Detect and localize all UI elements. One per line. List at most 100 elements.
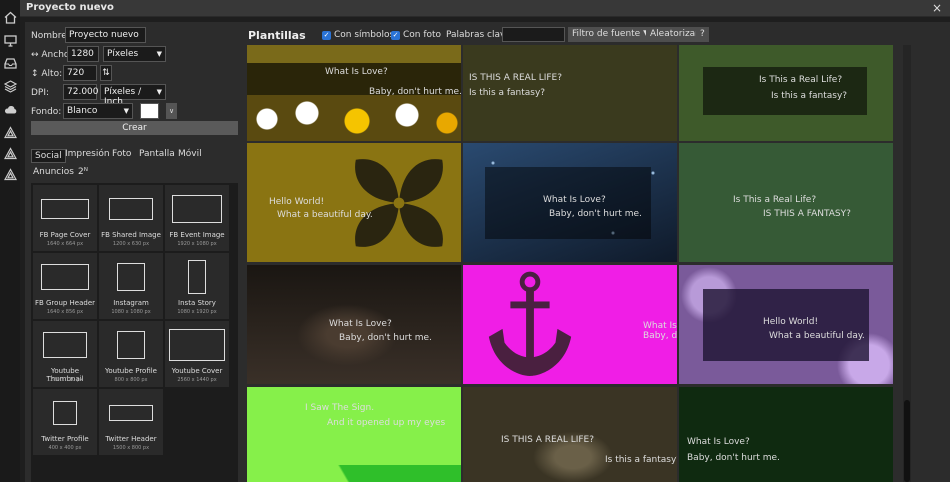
tab-5[interactable]: Anuncios xyxy=(33,167,74,177)
scrollbar[interactable] xyxy=(903,45,911,482)
create-button[interactable]: Crear xyxy=(31,121,238,135)
tab-4[interactable]: Móvil xyxy=(178,149,202,159)
template-title: What Is Love? xyxy=(325,67,388,77)
template-title: Is This a Real Life? xyxy=(759,75,843,85)
width-input[interactable]: 1280 xyxy=(67,46,99,62)
tree-row xyxy=(247,465,461,482)
template-thumbnail[interactable]: Hello World! What a beautiful day. xyxy=(247,143,461,262)
dpi-unit-select[interactable]: Píxeles / Inch ▼ xyxy=(100,84,166,107)
chevron-down-icon: ▼ xyxy=(156,50,162,58)
template-subtitle: Is this a fantasy? xyxy=(605,455,677,465)
template-thumbnail[interactable]: What Is Love?Baby, don't hurt me. xyxy=(247,45,461,141)
template-thumbnail[interactable]: I Saw The Sign. And it opened up my eyes xyxy=(247,387,461,482)
chevron-down-icon: ▼ xyxy=(123,107,129,115)
preset-dimensions: 1200 x 630 px xyxy=(112,241,150,247)
background-value: Blanco xyxy=(67,106,98,116)
help-button[interactable]: ? xyxy=(696,27,709,42)
preset-name: FB Page Cover xyxy=(39,231,91,239)
preset-0[interactable]: FB Page Cover 1640 x 664 px xyxy=(33,185,97,251)
template-subtitle: Baby, don't hurt me. xyxy=(687,453,780,463)
preset-2[interactable]: FB Event Image 1920 x 1080 px xyxy=(165,185,229,251)
preset-name: Youtube Profile xyxy=(105,367,157,375)
template-subtitle: Is this a fantasy? xyxy=(771,91,848,101)
preset-1[interactable]: FB Shared Image 1200 x 630 px xyxy=(99,185,163,251)
template-subtitle: Is this a fantasy? xyxy=(469,88,546,98)
triangle-icon[interactable] xyxy=(2,145,18,161)
preset-name: Instagram xyxy=(113,299,149,307)
triangle-icon[interactable] xyxy=(2,166,18,182)
tab-6[interactable]: 2ᴺ xyxy=(78,167,88,177)
preset-3[interactable]: FB Group Header 1640 x 856 px xyxy=(33,253,97,319)
preset-6[interactable]: Youtube Thumbnail 1280 x 720 px xyxy=(33,321,97,387)
preset-shape xyxy=(41,199,89,219)
preset-9[interactable]: Twitter Profile 400 x 400 px xyxy=(33,389,97,455)
preset-8[interactable]: Youtube Cover 2560 x 1440 px xyxy=(165,321,229,387)
preset-shape xyxy=(169,329,225,361)
preset-4[interactable]: Instagram 1080 x 1080 px xyxy=(99,253,163,319)
template-title: Is This a Real Life? xyxy=(733,195,817,205)
preset-dimensions: 400 x 400 px xyxy=(48,445,82,451)
preset-shape xyxy=(117,263,145,291)
background-color-swatch[interactable] xyxy=(140,103,159,119)
template-thumbnail[interactable]: IS THIS A REAL LIFE? Is this a fantasy? xyxy=(463,45,677,141)
template-title: What Is Love? xyxy=(329,319,392,329)
flower-decoration xyxy=(247,95,461,141)
height-input[interactable]: 720 xyxy=(63,65,97,81)
inbox-icon[interactable] xyxy=(2,55,18,71)
preset-dimensions: 1920 x 1080 px xyxy=(177,241,217,247)
tab-0[interactable]: Social xyxy=(31,149,66,163)
template-grid: What Is Love? Baby, don't hurt me. IS THIS… xyxy=(247,45,894,482)
keywords-input[interactable] xyxy=(502,27,565,42)
checkbox-symbols[interactable]: ✓ xyxy=(322,31,331,40)
randomize-button[interactable]: Aleatorizar xyxy=(646,27,703,42)
tab-1[interactable]: Impresión xyxy=(65,149,110,159)
template-thumbnail[interactable]: What Is Love?Baby, don't hurt me. xyxy=(463,143,677,262)
template-title: I Saw The Sign. xyxy=(305,403,375,413)
template-thumbnail[interactable]: IS THIS A REAL LIFE? Is this a fantasy? xyxy=(463,387,677,482)
template-thumbnail[interactable]: Hello World! What a beautiful day. xyxy=(679,265,893,384)
home-icon[interactable] xyxy=(2,9,18,25)
name-input[interactable]: Proyecto nuevo xyxy=(65,27,146,43)
preset-5[interactable]: Insta Story 1080 x 1920 px xyxy=(165,253,229,319)
templates-title: Plantillas xyxy=(248,29,306,42)
template-thumbnail[interactable]: Is This a Real Life? IS THIS A FANTASY? xyxy=(679,143,893,262)
preset-name: FB Group Header xyxy=(34,299,96,307)
close-icon[interactable]: × xyxy=(932,1,942,15)
preset-7[interactable]: Youtube Profile 800 x 800 px xyxy=(99,321,163,387)
template-subtitle: IS THIS A FANTASY? xyxy=(763,209,851,219)
width-unit-select[interactable]: Píxeles ▼ xyxy=(103,46,166,62)
scrollbar-thumb[interactable] xyxy=(904,400,910,482)
background-label: Fondo: xyxy=(31,107,62,117)
template-thumbnail[interactable]: Is This a Real Life? Is this a fantasy? xyxy=(679,45,893,141)
swap-dimensions-button[interactable]: ⇅ xyxy=(100,65,112,81)
font-filter-button[interactable]: Filtro de fuente ▼ xyxy=(568,27,654,42)
tab-2[interactable]: Foto xyxy=(112,149,131,159)
template-title: Hello World! xyxy=(763,317,819,327)
triangle-icon[interactable] xyxy=(2,124,18,140)
template-thumbnail[interactable]: What Is Love?Baby, don't hurt me. xyxy=(463,265,677,384)
background-select[interactable]: Blanco ▼ xyxy=(63,103,133,119)
monitor-icon[interactable] xyxy=(2,32,18,48)
preset-name: Twitter Header xyxy=(105,435,157,443)
templates-panel: Plantillas ✓ Con símbolos ✓ Con foto Pal… xyxy=(241,22,950,482)
preset-name: Youtube Cover xyxy=(171,367,223,375)
preset-shape xyxy=(53,401,77,425)
template-title: What Is Love? xyxy=(687,437,750,447)
tab-3[interactable]: Pantalla xyxy=(139,149,175,159)
template-thumbnail[interactable]: What Is Love?Baby, don't hurt me. xyxy=(247,265,461,384)
cloud-icon[interactable] xyxy=(2,101,18,117)
preset-shape xyxy=(109,405,153,421)
checkbox-photo[interactable]: ✓ xyxy=(391,31,400,40)
template-subtitle: And it opened up my eyes xyxy=(327,418,446,428)
photo-label: Con foto xyxy=(403,30,442,40)
preset-dimensions: 800 x 800 px xyxy=(114,377,148,383)
layers-icon[interactable] xyxy=(2,78,18,94)
template-subtitle: Baby, don't hurt me. xyxy=(549,209,642,219)
preset-shape xyxy=(188,260,206,294)
dpi-input[interactable]: 72.000 xyxy=(63,84,99,100)
chevron-down-icon[interactable]: ∨ xyxy=(166,103,177,119)
preset-10[interactable]: Twitter Header 1500 x 800 px xyxy=(99,389,163,455)
chevron-down-icon: ▼ xyxy=(156,88,162,96)
template-thumbnail[interactable]: What Is Love? Baby, don't hurt me. xyxy=(679,387,893,482)
template-subtitle: What a beautiful day. xyxy=(769,331,865,341)
